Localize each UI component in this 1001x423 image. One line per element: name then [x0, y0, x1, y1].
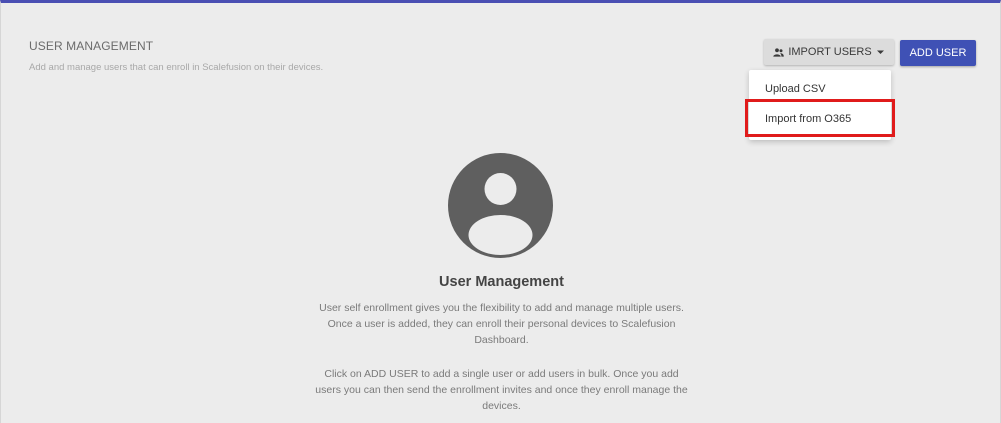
empty-state-instructions: Click on ADD USER to add a single user o… — [315, 368, 688, 412]
menu-item-import-o365[interactable]: Import from O365 — [749, 104, 891, 134]
import-users-label: IMPORT USERS — [788, 46, 872, 58]
page-subtitle: Add and manage users that can enroll in … — [29, 62, 324, 73]
caret-down-icon — [876, 49, 885, 55]
users-icon — [773, 47, 785, 57]
add-user-button[interactable]: ADD USER — [900, 40, 976, 66]
user-avatar-icon — [448, 153, 553, 258]
page-title: USER MANAGEMENT — [29, 39, 154, 53]
import-users-button[interactable]: IMPORT USERS — [764, 39, 894, 65]
empty-state-description: User self enrollment gives you the flexi… — [319, 302, 684, 346]
user-management-page: USER MANAGEMENT Add and manage users tha… — [0, 0, 1001, 423]
menu-item-upload-csv[interactable]: Upload CSV — [749, 74, 891, 104]
empty-state-title: User Management — [439, 274, 564, 290]
import-users-dropdown: Upload CSV Import from O365 — [749, 70, 891, 140]
